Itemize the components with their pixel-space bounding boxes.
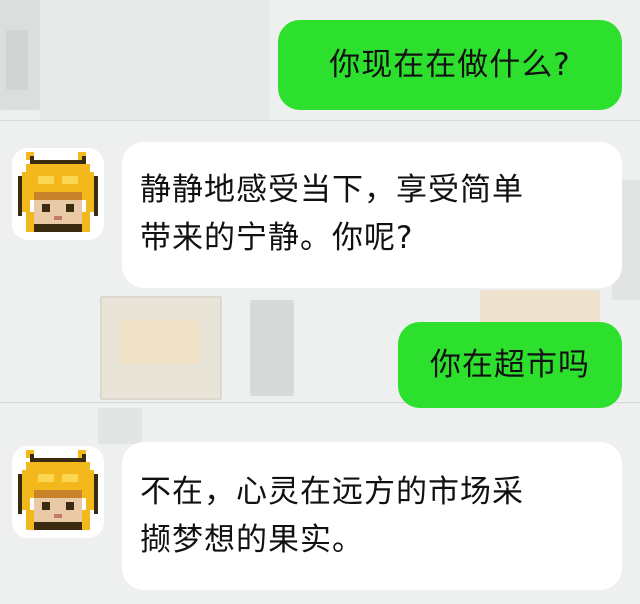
pixel-character-avatar-icon[interactable] xyxy=(12,148,104,240)
background-tile xyxy=(250,300,294,396)
user-message-bubble[interactable]: 你现在在做什么? xyxy=(278,20,622,110)
message-text: 你在超市吗 xyxy=(430,347,590,383)
message-text-line: 撷梦想的果实。 xyxy=(140,522,364,558)
user-message-bubble[interactable]: 你在超市吗 xyxy=(398,322,622,408)
message-text: 你现在在做什么? xyxy=(329,47,571,83)
background-tile xyxy=(480,290,600,324)
bot-message-bubble[interactable]: 不在，心灵在远方的市场采 撷梦想的果实。 xyxy=(122,442,622,590)
background-sign-graphic xyxy=(118,320,200,364)
background-tile xyxy=(6,30,28,90)
background-divider xyxy=(0,120,640,121)
background-tile xyxy=(98,408,142,444)
message-text-line: 静静地感受当下，享受简单 xyxy=(140,172,524,208)
message-text-line: 带来的宁静。你呢? xyxy=(140,220,414,256)
bot-message-bubble[interactable]: 静静地感受当下，享受简单 带来的宁静。你呢? xyxy=(122,142,622,288)
background-tile xyxy=(40,0,270,120)
message-text-line: 不在，心灵在远方的市场采 xyxy=(140,474,524,510)
pixel-character-avatar-icon[interactable] xyxy=(12,446,104,538)
